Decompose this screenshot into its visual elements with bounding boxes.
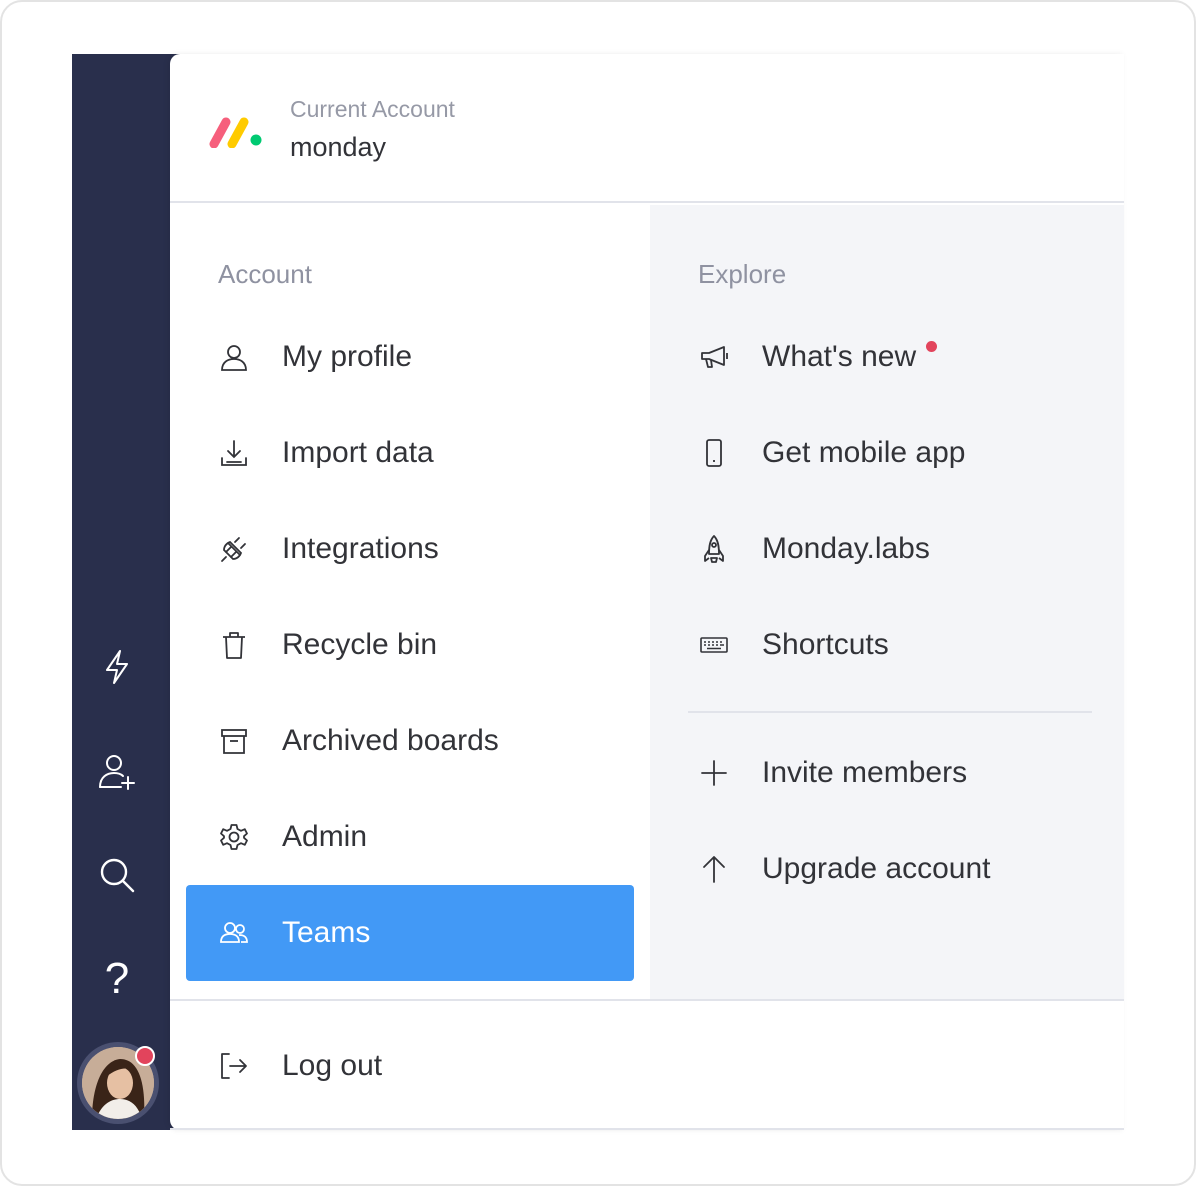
menu-item-import-data[interactable]: Import data [186,405,634,501]
menu-item-label: Upgrade account [762,852,991,885]
menu-item-label: Monday.labs [762,532,930,565]
menu-item-label: Import data [282,436,434,469]
download-icon [218,437,250,469]
menu-item-monday-labs[interactable]: Monday.labs [666,501,1106,597]
explore-section-title: Explore [698,259,787,289]
trash-icon [218,629,250,661]
search-button[interactable] [94,852,140,898]
menu-item-invite-members[interactable]: Invite members [666,725,1106,821]
menu-item-whats-new[interactable]: What's new [666,309,1106,405]
phone-icon [698,437,730,469]
menu-item-archived-boards[interactable]: Archived boards [186,693,634,789]
plug-icon [218,533,250,565]
account-header: Current Account monday [170,54,1124,203]
menu-item-label: Archived boards [282,724,499,757]
lightning-icon [106,650,128,684]
menu-item-integrations[interactable]: Integrations [186,501,634,597]
invite-user-button[interactable] [94,748,140,794]
logout-label: Log out [282,1049,383,1082]
help-icon: ? [104,954,130,1003]
person-icon [218,341,250,373]
menu-item-my-profile[interactable]: My profile [186,309,634,405]
menu-item-label: Shortcuts [762,628,889,661]
team-icon [218,917,250,949]
help-button[interactable]: ? [94,954,140,1003]
new-indicator-dot [926,341,938,352]
account-menu: Current Account monday Account My profil… [170,54,1124,1130]
explore-section: Explore What's new Get mobile app Monday… [650,205,1124,999]
menu-item-upgrade-account[interactable]: Upgrade account [666,821,1106,917]
gear-icon [218,821,250,853]
menu-item-label: My profile [282,340,413,373]
left-rail: ? [72,54,184,1130]
menu-item-admin[interactable]: Admin [186,789,634,885]
menu-item-shortcuts[interactable]: Shortcuts [666,597,1106,693]
menu-item-get-mobile-app[interactable]: Get mobile app [666,405,1106,501]
menu-item-teams[interactable]: Teams [186,885,634,981]
current-account-label: Current Account [290,96,455,122]
menu-item-label: What's new [762,340,917,373]
menu-item-label: Get mobile app [762,436,966,469]
menu-item-label: Recycle bin [282,628,438,661]
account-section: Account My profile Import data Integrati… [170,205,650,999]
menu-item-label: Integrations [282,532,439,565]
keyboard-icon [698,629,730,661]
add-user-icon [99,755,135,790]
search-icon [100,858,135,893]
logout-icon [218,1050,250,1082]
logout-button[interactable]: Log out [186,1018,634,1114]
menu-item-recycle-bin[interactable]: Recycle bin [186,597,634,693]
rocket-icon [698,533,730,565]
avatar-button[interactable] [77,1042,159,1124]
notification-badge [135,1046,155,1066]
menu-item-label: Teams [282,916,371,949]
plus-icon [698,757,730,789]
lightning-button[interactable] [94,644,140,690]
archive-icon [218,725,250,757]
monday-logo [209,117,262,148]
menu-item-label: Invite members [762,756,968,789]
megaphone-icon [698,341,730,373]
account-name: monday [290,132,387,162]
explore-divider [688,711,1092,713]
menu-footer: Log out [170,999,1124,1130]
menu-item-label: Admin [282,820,368,853]
arrow-up-icon [698,853,730,885]
account-section-title: Account [218,259,312,289]
